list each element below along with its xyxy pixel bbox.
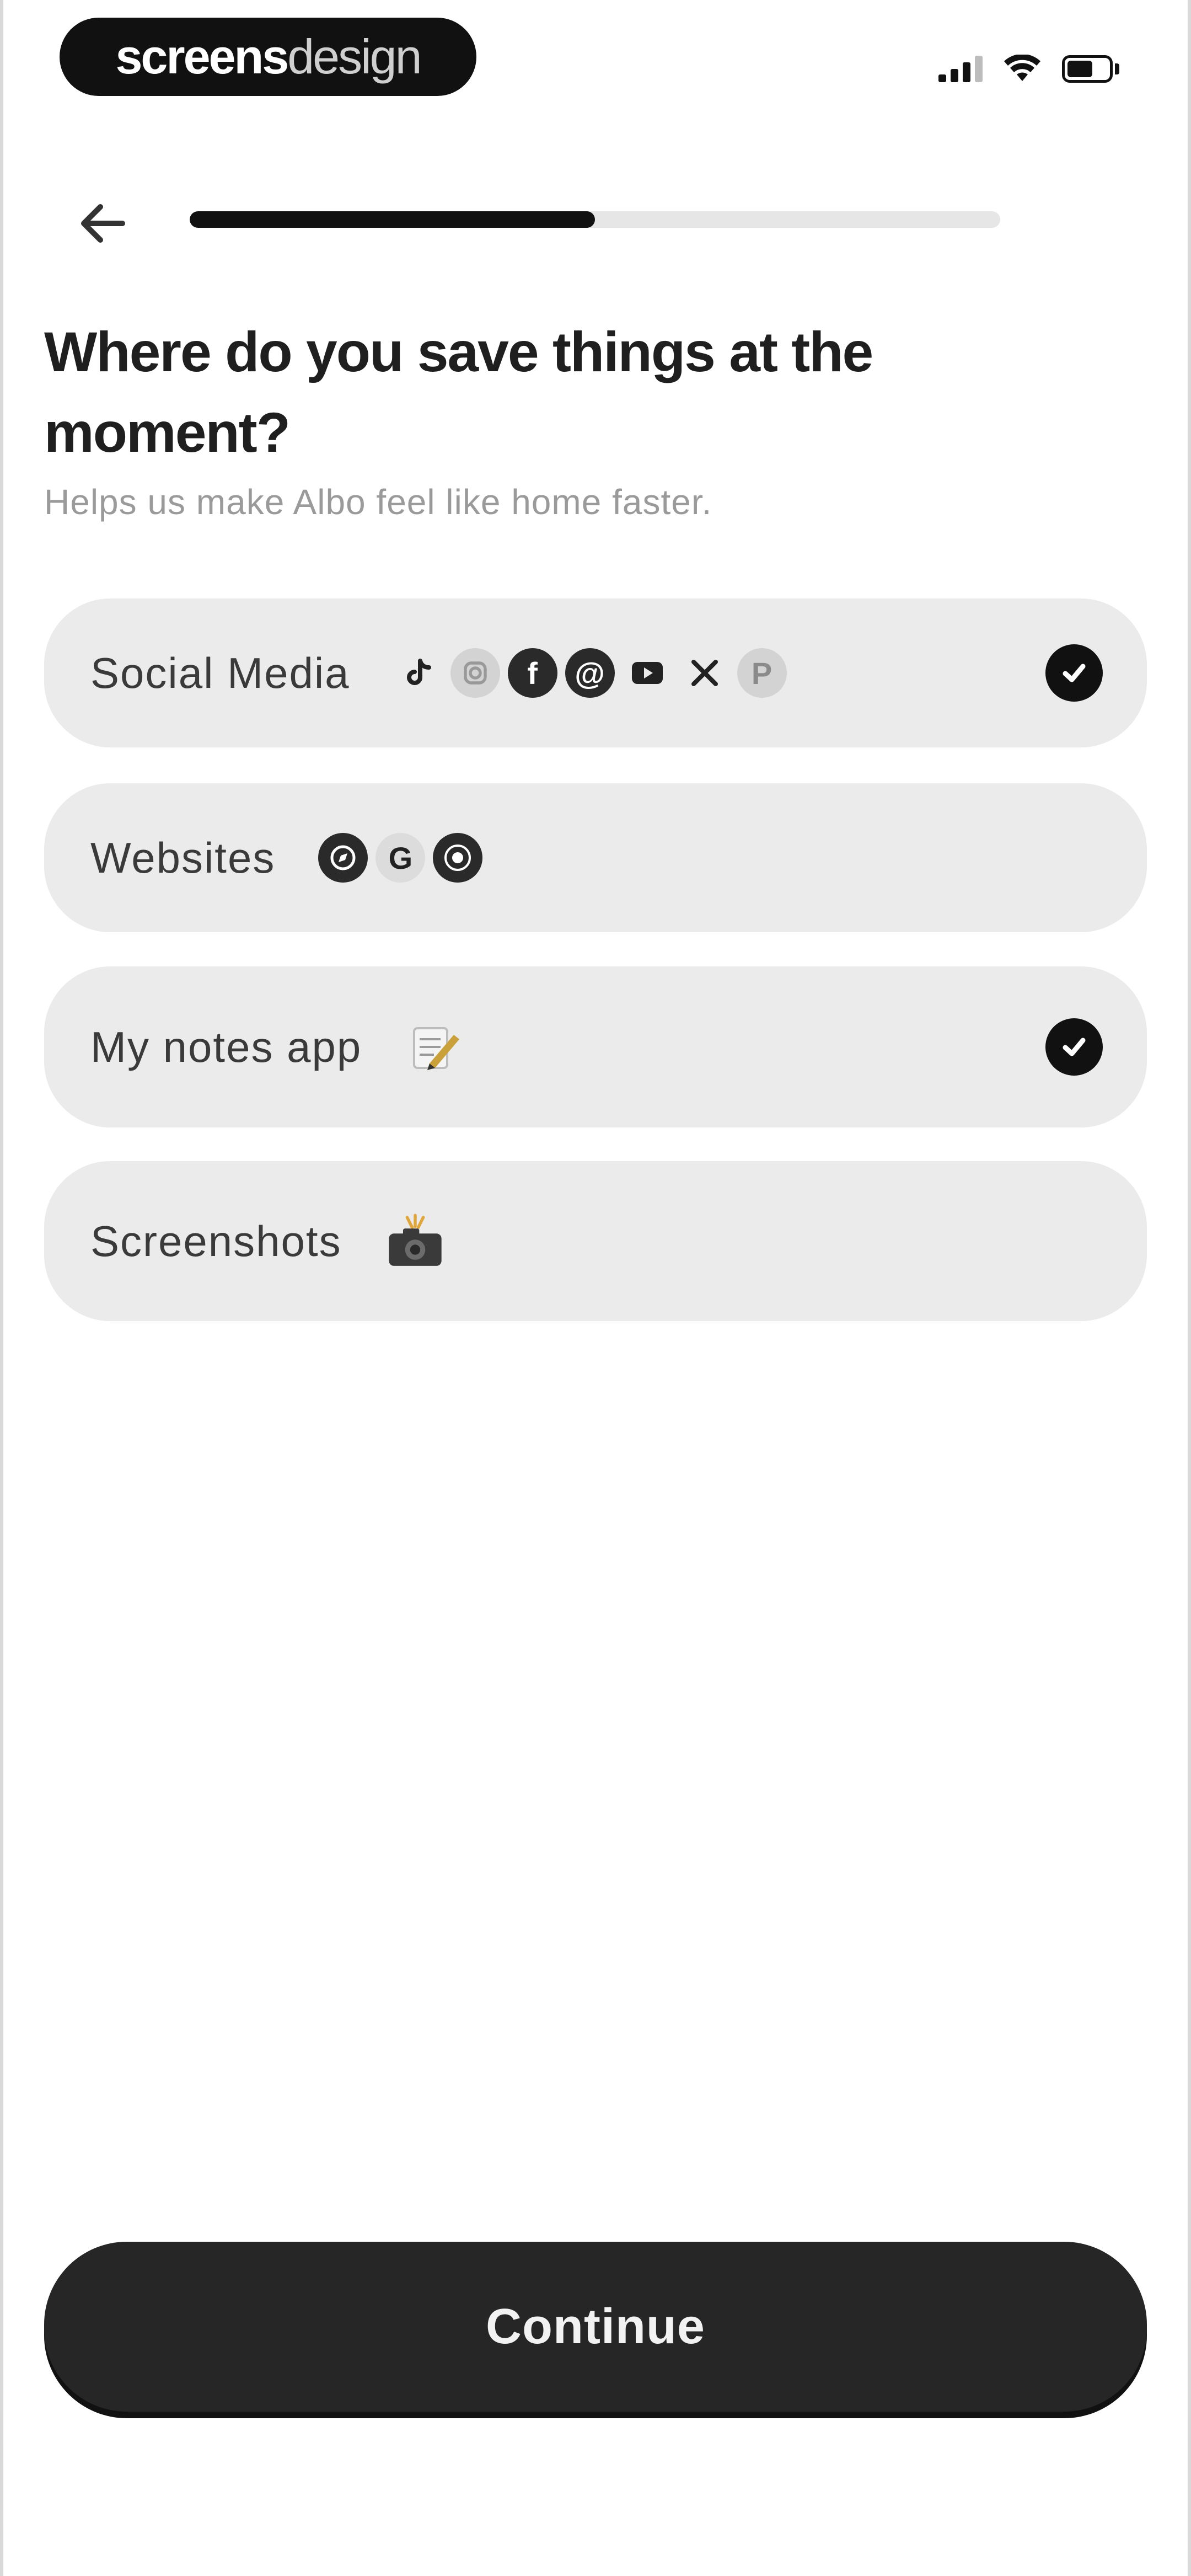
brand-text-light: design [287, 29, 422, 84]
progress-track [190, 211, 1000, 228]
wifi-icon [1004, 55, 1040, 81]
option-screenshots[interactable]: Screenshots [44, 1161, 1147, 1321]
google-icon: G [375, 833, 426, 883]
option-icons: f @ P [393, 648, 787, 698]
option-icons: G [318, 833, 483, 883]
brand-logo: screens design [60, 18, 476, 96]
page-subtitle: Helps us make Albo feel like home faster… [44, 482, 712, 522]
status-icons [938, 50, 1119, 88]
option-label: Screenshots [90, 1216, 342, 1265]
selected-check-icon [1045, 644, 1103, 702]
memo-pencil-icon [405, 1017, 465, 1077]
safari-icon [318, 833, 368, 883]
continue-button[interactable]: Continue [44, 2242, 1147, 2412]
option-label: Websites [90, 833, 276, 882]
tiktok-icon [393, 648, 443, 698]
option-notes-app[interactable]: My notes app [44, 966, 1147, 1127]
option-label: Social Media [90, 648, 350, 697]
facebook-icon: f [507, 648, 557, 698]
threads-icon: @ [565, 648, 615, 698]
pinterest-icon: P [737, 648, 787, 698]
option-social-media[interactable]: Social Media f @ P [44, 598, 1147, 747]
x-icon [680, 648, 729, 698]
cellular-signal-icon [938, 56, 983, 82]
camera-flash-icon [385, 1211, 446, 1271]
page-title: Where do you save things at the moment? [44, 320, 873, 464]
back-button[interactable] [72, 193, 132, 254]
battery-icon [1062, 55, 1119, 83]
instagram-icon [450, 648, 500, 698]
arrow-left-icon [81, 204, 125, 243]
progress-fill [190, 211, 595, 228]
chrome-icon [433, 833, 483, 883]
option-websites[interactable]: Websites G [44, 783, 1147, 932]
selected-check-icon [1045, 1018, 1103, 1076]
option-label: My notes app [90, 1022, 362, 1071]
youtube-icon [623, 648, 672, 698]
brand-text-bold: screens [115, 29, 289, 84]
